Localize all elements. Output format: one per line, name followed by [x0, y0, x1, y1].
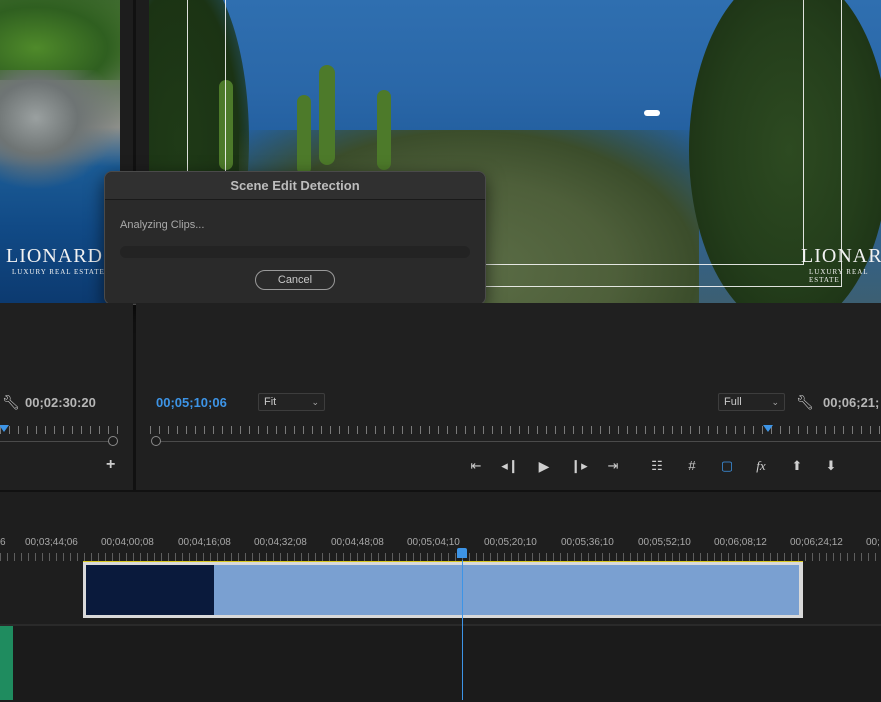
- chevron-down-icon: ⌄: [771, 397, 779, 407]
- resolution-select[interactable]: Full ⌄: [718, 393, 785, 411]
- wrench-icon[interactable]: 🔧︎: [796, 394, 814, 411]
- program-duration: 00;06;21;: [823, 395, 880, 410]
- source-logo: LIONARD: [6, 245, 103, 267]
- cancel-button[interactable]: Cancel: [255, 270, 335, 290]
- source-monitor-view: LIONARD LUXURY REAL ESTATE: [0, 0, 120, 303]
- zoom-level-select[interactable]: Fit ⌄: [258, 393, 325, 411]
- go-to-out-icon[interactable]: ⇥: [602, 455, 624, 477]
- program-logo-sub: LUXURY REAL ESTATE: [809, 268, 869, 284]
- add-icon[interactable]: +: [106, 456, 115, 474]
- source-zoom-handle[interactable]: [108, 436, 118, 446]
- timeline-ruler-label: 00;03;44;06: [25, 537, 78, 548]
- playhead-line[interactable]: [462, 560, 463, 700]
- timeline-ruler-label: 00;04;00;08: [101, 537, 154, 548]
- resolution-value: Full: [724, 396, 742, 408]
- program-playhead[interactable]: [763, 425, 773, 432]
- program-zoom-handle[interactable]: [151, 436, 161, 446]
- timeline-ruler-label: 00;05;36;10: [561, 537, 614, 548]
- safe-margins-icon[interactable]: ▢: [716, 455, 738, 477]
- timeline-ruler-label: 00;06;24;12: [790, 537, 843, 548]
- timeline-ruler-label: 00;04;32;08: [254, 537, 307, 548]
- timeline-ruler-label: 00;04;48;08: [331, 537, 384, 548]
- source-timecode[interactable]: 00;02:30:20: [25, 395, 96, 410]
- grid-icon[interactable]: #: [681, 455, 703, 477]
- timeline-ruler-label: 00;: [866, 537, 880, 548]
- source-cliff: [0, 70, 120, 190]
- dialog-title: Scene Edit Detection: [105, 172, 485, 200]
- clip-thumbnail: [86, 565, 214, 615]
- source-playhead[interactable]: [0, 425, 9, 432]
- video-clip[interactable]: [83, 562, 803, 618]
- wrench-icon[interactable]: 🔧︎: [2, 394, 20, 411]
- progress-bar: [120, 246, 470, 258]
- source-logo-sub: LUXURY REAL ESTATE: [12, 268, 105, 276]
- program-zoom-bar[interactable]: [155, 441, 881, 442]
- timeline-ruler-label: 00;05;20;10: [484, 537, 537, 548]
- timeline-ruler-label: 6: [0, 537, 6, 548]
- timeline-ruler-label: 00;05;04;10: [407, 537, 460, 548]
- lift-icon[interactable]: ⬆: [786, 455, 808, 477]
- program-logo: LIONARD: [801, 245, 881, 267]
- timeline-ruler-label: 00;05;52;10: [638, 537, 691, 548]
- source-zoom-bar[interactable]: [0, 441, 110, 442]
- play-icon[interactable]: ▶: [533, 455, 555, 477]
- fx-icon[interactable]: fx: [750, 455, 772, 477]
- source-mini-ruler[interactable]: [0, 426, 118, 434]
- scene-edit-detection-dialog: Scene Edit Detection Analyzing Clips... …: [104, 171, 486, 305]
- step-forward-icon[interactable]: ❙▸: [568, 455, 590, 477]
- dialog-status: Analyzing Clips...: [120, 219, 205, 231]
- timeline-playhead[interactable]: [457, 548, 467, 558]
- audio-clip[interactable]: [0, 626, 13, 700]
- go-to-in-icon[interactable]: ⇤: [465, 455, 487, 477]
- chevron-down-icon: ⌄: [311, 397, 319, 407]
- timeline-ruler-label: 00;06;08;12: [714, 537, 767, 548]
- timeline-ruler-label: 00;04;16;08: [178, 537, 231, 548]
- step-back-icon[interactable]: ◂❙: [499, 455, 521, 477]
- audio-track[interactable]: [0, 624, 881, 702]
- extract-icon[interactable]: ⬇: [820, 455, 842, 477]
- source-hillside: [0, 0, 120, 80]
- trim-icon[interactable]: ☷: [646, 455, 668, 477]
- timeline-ruler[interactable]: [0, 553, 881, 561]
- program-timecode[interactable]: 00;05;10;06: [156, 395, 227, 410]
- zoom-level-value: Fit: [264, 396, 277, 408]
